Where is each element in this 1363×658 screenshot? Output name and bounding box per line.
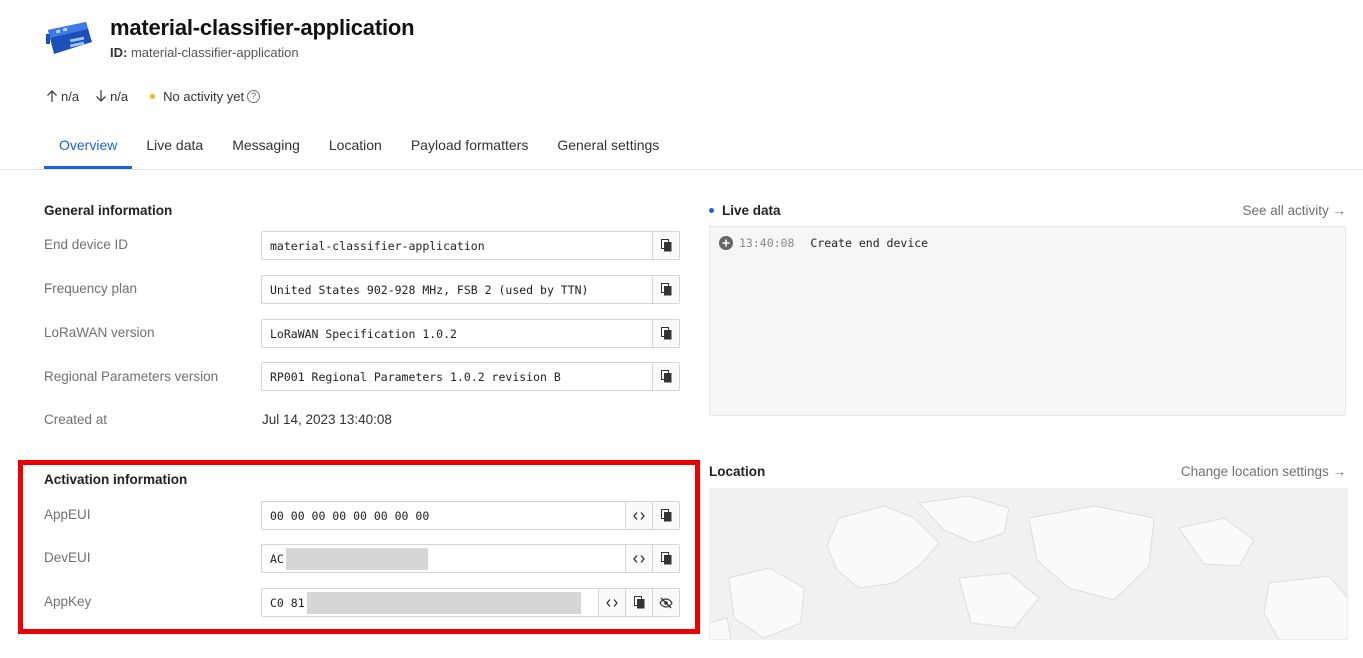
uplink-stat: n/a [46, 89, 79, 104]
created-at-label: Created at [44, 412, 108, 427]
id-value: material-classifier-application [130, 45, 299, 60]
end-device-id-label: End device ID [44, 237, 129, 252]
id-label: ID: [110, 45, 128, 60]
frequency-plan-field: United States 902-928 MHz, FSB 2 (used b… [261, 275, 680, 304]
arrow-up-icon [47, 90, 57, 102]
device-id-subtitle: ID: material-classifier-application [110, 45, 299, 60]
activity-status-dot [150, 93, 156, 99]
event-row[interactable]: 13:40:08 Create end device [719, 236, 928, 250]
help-icon[interactable]: ? [247, 89, 261, 103]
end-device-id-field: material-classifier-application [261, 231, 680, 260]
traffic-stats: n/a n/a No activity yet ? [46, 87, 261, 105]
tab-overview[interactable]: Overview [44, 125, 133, 169]
lorawan-version-value[interactable]: LoRaWAN Specification 1.0.2 [262, 320, 652, 347]
see-all-activity-link[interactable]: See all activity → [1242, 203, 1346, 218]
live-data-header: Live data [709, 203, 781, 218]
tabs-divider [0, 169, 1363, 170]
end-device-id-value[interactable]: material-classifier-application [262, 232, 652, 259]
tab-live-data[interactable]: Live data [146, 125, 203, 169]
activity-status: No activity yet [163, 88, 245, 104]
downlink-value: n/a [110, 88, 129, 104]
highlight-box [18, 460, 700, 634]
copy-button[interactable] [652, 363, 679, 390]
change-location-settings-link[interactable]: Change location settings → [1181, 464, 1346, 479]
copy-button[interactable] [652, 232, 679, 259]
tab-messaging[interactable]: Messaging [232, 125, 300, 169]
copy-button[interactable] [652, 276, 679, 303]
location-title: Location [709, 464, 766, 479]
copy-icon [660, 370, 671, 383]
tab-location[interactable]: Location [329, 125, 382, 169]
live-data-title: Live data [722, 203, 781, 218]
arrow-down-icon [96, 90, 107, 102]
live-data-panel [709, 226, 1346, 416]
lorawan-version-field: LoRaWAN Specification 1.0.2 [261, 319, 680, 348]
plus-circle-icon [719, 236, 733, 250]
downlink-stat: n/a [95, 89, 128, 104]
lorawan-version-label: LoRaWAN version [44, 325, 155, 340]
created-at-value: Jul 14, 2023 13:40:08 [262, 412, 392, 427]
regional-parameters-value[interactable]: RP001 Regional Parameters 1.0.2 revision… [262, 363, 652, 390]
copy-button[interactable] [652, 320, 679, 347]
uplink-value: n/a [61, 88, 80, 104]
device-icon [44, 16, 96, 60]
frequency-plan-value[interactable]: United States 902-928 MHz, FSB 2 (used b… [262, 276, 652, 303]
event-time: 13:40:08 [739, 236, 795, 250]
regional-parameters-field: RP001 Regional Parameters 1.0.2 revision… [261, 362, 680, 391]
frequency-plan-label: Frequency plan [44, 281, 138, 296]
location-map[interactable] [709, 488, 1348, 640]
general-information-title: General information [44, 203, 173, 218]
tab-payload-formatters[interactable]: Payload formatters [411, 125, 529, 169]
regional-parameters-label: Regional Parameters version [44, 369, 219, 384]
copy-icon [660, 283, 671, 296]
tab-general-settings[interactable]: General settings [557, 125, 659, 169]
page-title: material-classifier-application [110, 15, 415, 40]
copy-icon [660, 327, 671, 340]
live-indicator-dot [709, 208, 714, 213]
tab-bar: Overview Live data Messaging Location Pa… [44, 125, 688, 169]
event-message: Create end device [810, 236, 929, 250]
copy-icon [660, 239, 671, 252]
